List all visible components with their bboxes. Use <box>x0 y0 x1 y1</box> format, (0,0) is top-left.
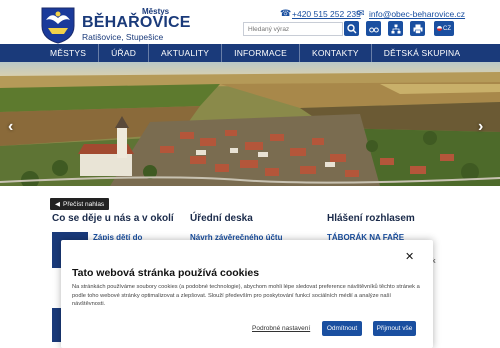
phone-link[interactable]: +420 515 252 235 <box>292 9 361 19</box>
flag-icon <box>437 26 442 31</box>
speaker-icon: ◀ <box>55 201 60 208</box>
cookie-description: Na stránkách používáme soubory cookies (… <box>72 284 420 308</box>
close-icon[interactable]: ✕ <box>405 250 414 263</box>
section-title-events[interactable]: Co se děje u nás a v okolí <box>52 213 174 224</box>
glasses-icon <box>368 27 379 32</box>
brand-title[interactable]: BĚHAŘOVICE <box>82 14 191 32</box>
nav-item-mestys[interactable]: MĚSTYS <box>38 44 100 62</box>
language-label: CZ <box>443 25 451 32</box>
search-input[interactable] <box>243 22 343 36</box>
brand-subtitle: Ratišovice, Stupešice <box>82 32 164 42</box>
accessibility-button[interactable] <box>366 21 381 36</box>
accept-all-cookies-button[interactable]: Přijmout vše <box>373 321 416 336</box>
nav-item-informace[interactable]: INFORMACE <box>222 44 300 62</box>
nav-item-aktuality[interactable]: AKTUALITY <box>149 44 223 62</box>
email-link[interactable]: info@obec-beharovice.cz <box>369 9 465 19</box>
nav-item-kontakty[interactable]: KONTAKTY <box>300 44 372 62</box>
main-navigation: MĚSTYS ÚŘAD AKTUALITY INFORMACE KONTAKTY… <box>0 44 500 62</box>
section-title-notice-board[interactable]: Úřední deska <box>190 213 253 224</box>
slider-next-arrow[interactable]: › <box>478 118 483 136</box>
reject-cookies-button[interactable]: Odmítnout <box>322 321 362 336</box>
cookie-title: Tato webová stránka používá cookies <box>72 267 260 279</box>
slider-prev-arrow[interactable]: ‹ <box>8 118 13 136</box>
search-button[interactable] <box>344 21 359 36</box>
read-aloud-button[interactable]: ◀ Přečíst nahlas <box>50 198 110 210</box>
print-icon <box>413 24 422 34</box>
sitemap-icon <box>391 24 400 33</box>
sitemap-button[interactable] <box>388 21 403 36</box>
section-title-radio[interactable]: Hlášení rozhlasem <box>327 213 415 224</box>
cookie-dialog: ✕ Tato webová stránka používá cookies Na… <box>61 240 433 348</box>
search-icon <box>346 23 356 33</box>
site-header: Městys BĚHAŘOVICE Ratišovice, Stupešice … <box>0 0 500 44</box>
phone-icon: ☎ <box>280 8 292 18</box>
language-button[interactable]: CZ <box>434 21 454 36</box>
village-aerial-photo <box>0 62 500 186</box>
hero-slider: ‹ › <box>0 62 500 186</box>
read-aloud-label: Přečíst nahlas <box>63 200 105 208</box>
email-icon: ✉ <box>357 8 365 18</box>
coat-of-arms-logo[interactable] <box>40 6 76 44</box>
print-button[interactable] <box>410 21 425 36</box>
cookie-settings-link[interactable]: Podrobné nastavení <box>252 325 310 332</box>
nav-item-urad[interactable]: ÚŘAD <box>99 44 150 62</box>
nav-item-detska-skupina[interactable]: DĚTSKÁ SKUPINA <box>372 44 473 62</box>
